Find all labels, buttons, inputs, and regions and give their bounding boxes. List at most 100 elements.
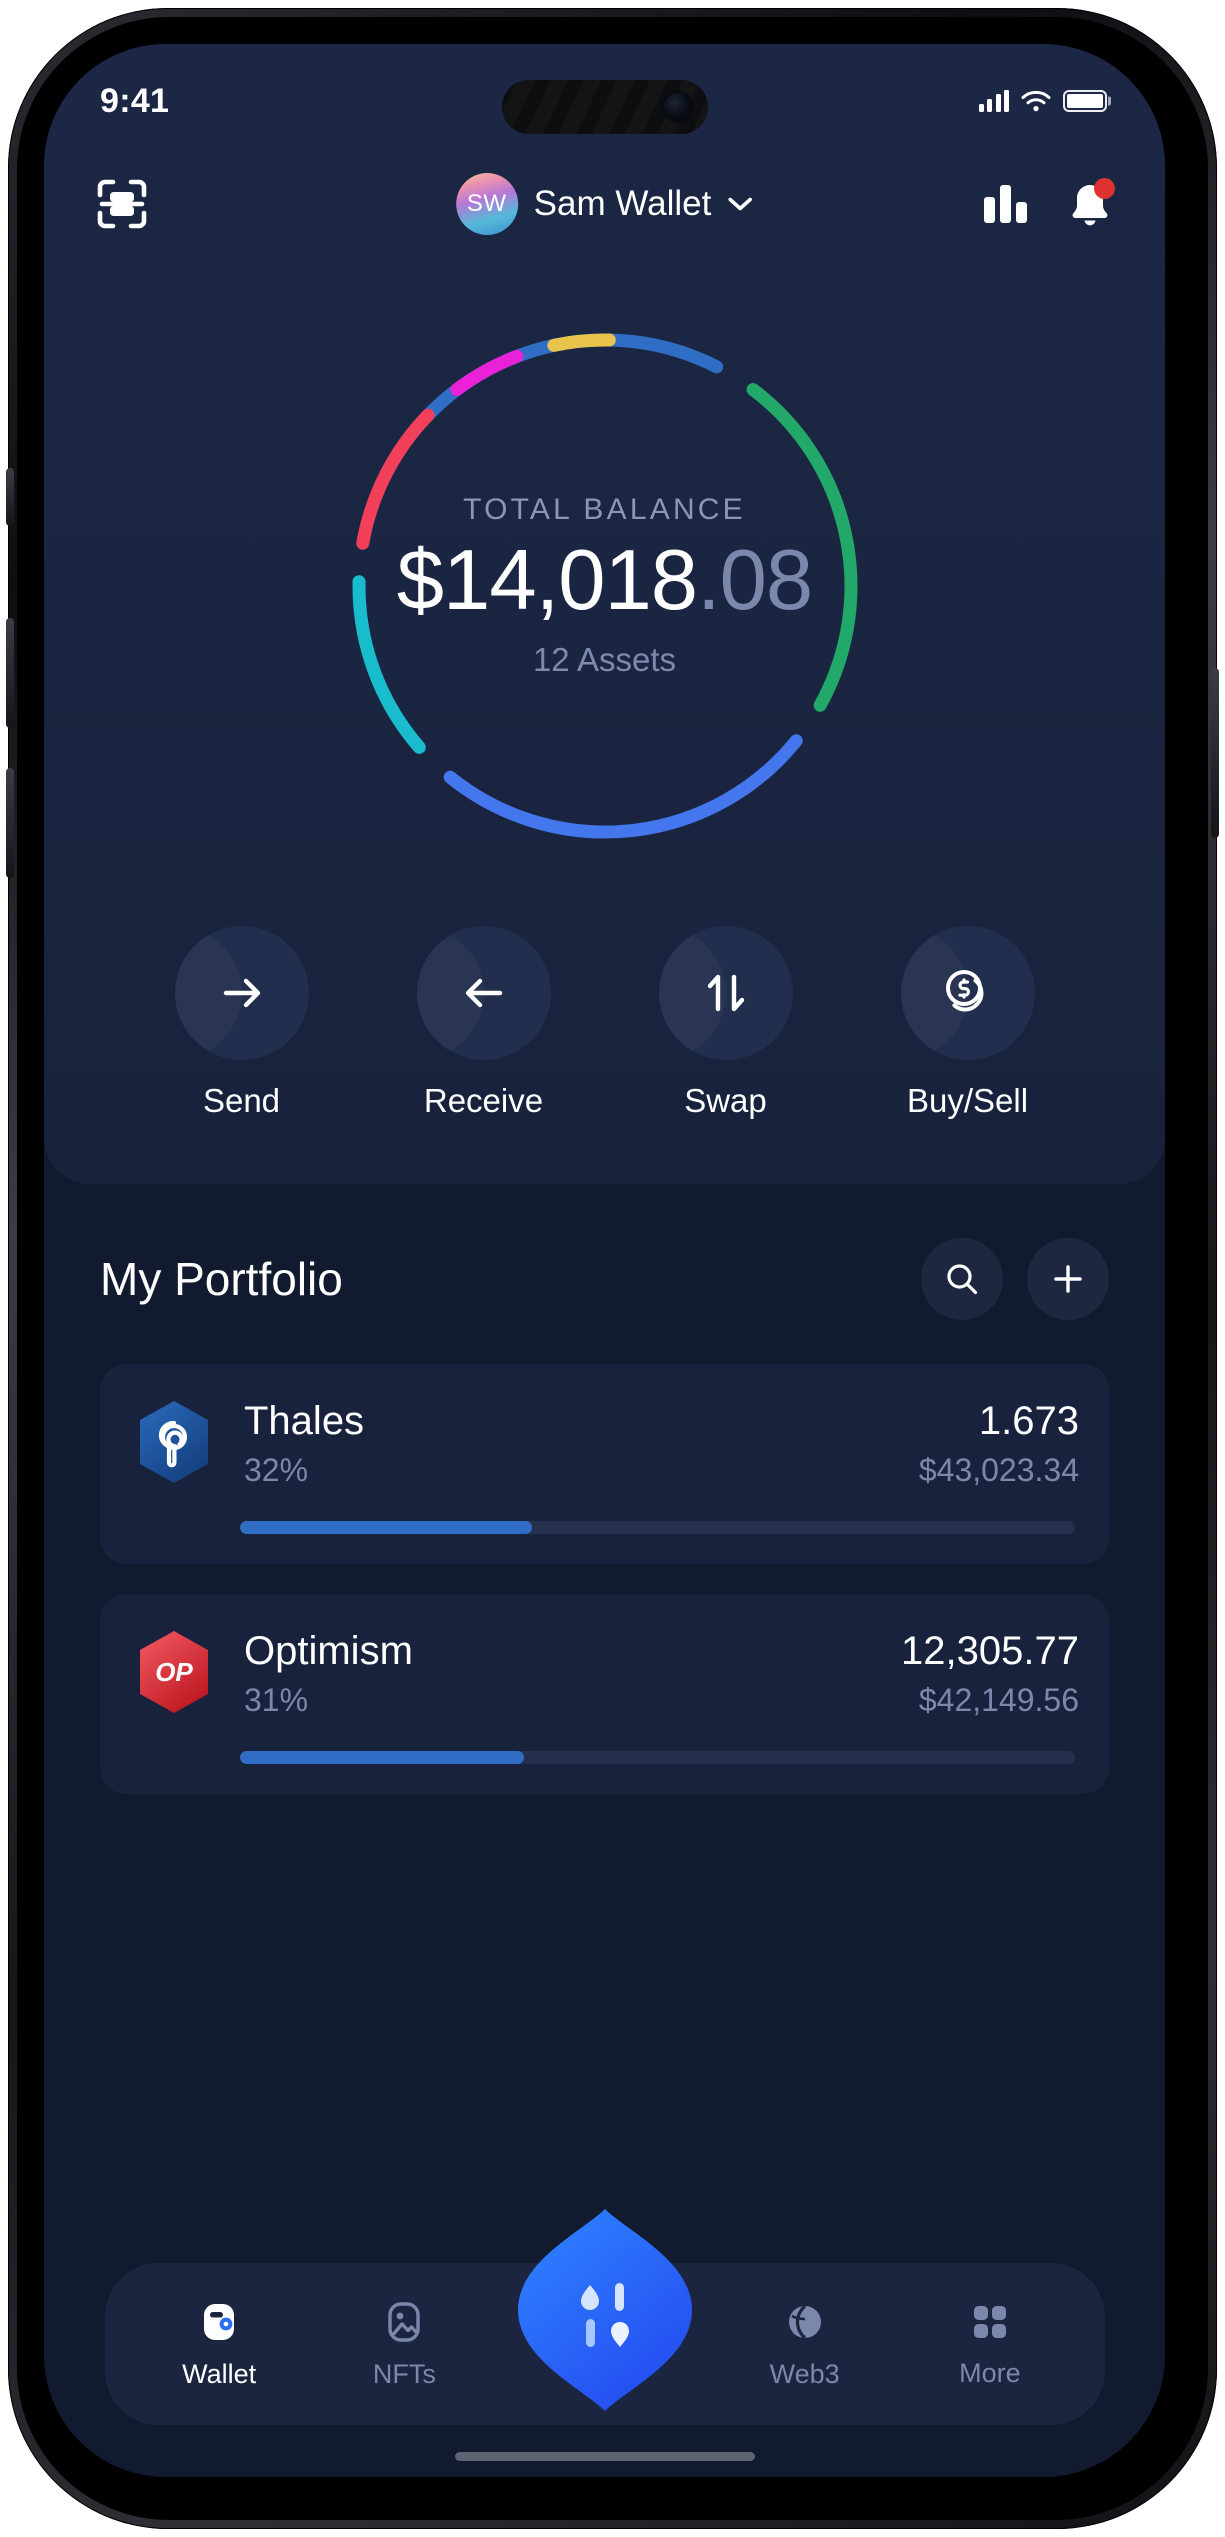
dynamic-island <box>501 80 708 134</box>
send-button-circle <box>174 926 309 1060</box>
wifi-icon <box>1021 90 1051 112</box>
buy-sell-button[interactable]: Buy/Sell <box>868 926 1068 1120</box>
avatar-initials: SW <box>466 190 507 217</box>
table-row[interactable]: OP Optimism 31% 12,305.77 $42,149.56 <box>100 1594 1109 1794</box>
globe-icon <box>788 2304 821 2339</box>
asset-row-top: OP Optimism 31% 12,305.77 $42,149.56 <box>130 1628 1079 1719</box>
asset-identity: Thales 32% <box>244 1398 893 1489</box>
status-indicators <box>978 90 1107 112</box>
app-header: SW Sam Wallet <box>44 152 1165 256</box>
scan-qr-button[interactable] <box>96 178 148 230</box>
asset-row-top: Thales 32% 1.673 $43,023.34 <box>130 1398 1079 1489</box>
notification-badge <box>1094 178 1115 199</box>
asset-name: Thales <box>244 1399 365 1443</box>
tab-nfts-label: NFTs <box>372 2358 436 2389</box>
dollar-coins-icon <box>945 970 983 1012</box>
tab-more[interactable]: More <box>897 2300 1082 2389</box>
grid-icon <box>973 2305 1006 2338</box>
buy-sell-label: Buy/Sell <box>906 1082 1029 1119</box>
donut-segment-yellow <box>546 333 616 352</box>
portfolio-header: My Portfolio <box>100 1238 1109 1320</box>
optimism-logo: OP <box>140 1631 208 1713</box>
header-actions <box>984 178 1115 228</box>
swap-button[interactable]: Swap <box>626 926 826 1120</box>
tab-wallet-label: Wallet <box>182 2358 257 2389</box>
notifications-button[interactable] <box>1067 178 1115 228</box>
phone-screen: SW Sam Wallet TOTAL BALANCE $14,018.08 1… <box>44 44 1165 2477</box>
portfolio-header-actions <box>921 1238 1109 1320</box>
asset-percent: 31% <box>244 1682 309 1718</box>
receive-button-circle <box>416 926 551 1060</box>
asset-identity: Optimism 31% <box>244 1628 875 1719</box>
send-label: Send <box>202 1082 281 1119</box>
receive-button[interactable]: Receive <box>384 926 584 1120</box>
asset-quantity: 12,305.77 <box>901 1629 1079 1673</box>
balance-whole: $14,018 <box>396 532 698 628</box>
portfolio-section: My Portfolio Thales 32% 1.673 $43,023.34… <box>44 1184 1165 1824</box>
asset-allocation-bar <box>240 1521 1075 1534</box>
home-indicator <box>454 2452 755 2461</box>
plus-icon <box>1054 1265 1082 1293</box>
asset-allocation-bar <box>240 1751 1075 1764</box>
search-assets-button[interactable] <box>921 1238 1003 1320</box>
asset-usd-value: $43,023.34 <box>918 1452 1079 1488</box>
volume-down-button[interactable] <box>6 768 14 878</box>
tab-web3-label: Web3 <box>769 2358 840 2389</box>
tab-nfts[interactable]: NFTs <box>312 2299 497 2390</box>
asset-usd-value: $42,149.56 <box>918 1682 1079 1718</box>
arrow-right-icon <box>223 978 260 1008</box>
tab-more-label: More <box>959 2357 1021 2388</box>
donut-segment-bright-blue <box>443 734 803 839</box>
assets-count-label: 12 Assets <box>532 641 677 679</box>
image-icon <box>388 2301 421 2342</box>
search-icon <box>947 1264 978 1295</box>
swap-arrows-icon <box>707 974 744 1012</box>
quick-actions-row: Send Receive Swap Buy/Sell <box>44 916 1165 1184</box>
wallet-name-label: Sam Wallet <box>533 184 712 223</box>
wallet-selector[interactable]: SW Sam Wallet <box>455 173 754 235</box>
asset-quantity: 1.673 <box>978 1399 1079 1443</box>
asset-percent: 32% <box>244 1452 309 1488</box>
status-time: 9:41 <box>100 81 170 120</box>
scan-qr-icon <box>97 179 147 229</box>
power-button[interactable] <box>1211 668 1219 838</box>
asset-values: 1.673 $43,023.34 <box>919 1398 1079 1489</box>
cellular-bars-icon <box>978 90 1009 112</box>
front-camera-icon <box>663 93 692 121</box>
asset-name: Optimism <box>244 1629 413 1673</box>
screenshot-root: SW Sam Wallet TOTAL BALANCE $14,018.08 1… <box>0 0 1225 2537</box>
table-row[interactable]: Thales 32% 1.673 $43,023.34 <box>100 1364 1109 1564</box>
donut-segment-dark-blue <box>378 333 723 481</box>
volume-up-button[interactable] <box>6 618 14 728</box>
donut-segment-magenta <box>449 349 523 397</box>
bottom-navigation: Wallet NFTs Web3 More <box>104 2209 1105 2425</box>
send-button[interactable]: Send <box>142 926 342 1120</box>
wallet-app: SW Sam Wallet TOTAL BALANCE $14,018.08 1… <box>44 44 1165 2477</box>
balance-center: TOTAL BALANCE $14,018.08 12 Assets <box>396 492 813 679</box>
swap-button-circle <box>658 926 793 1060</box>
tab-wallet[interactable]: Wallet <box>127 2299 312 2390</box>
silent-switch[interactable] <box>6 468 14 526</box>
receive-label: Receive <box>423 1082 544 1119</box>
asset-allocation-bar-fill <box>240 1751 524 1764</box>
total-balance-label: TOTAL BALANCE <box>463 492 746 526</box>
exchange-hexagon-icon <box>517 2209 692 2411</box>
add-asset-button[interactable] <box>1027 1238 1109 1320</box>
swap-label: Swap <box>684 1082 767 1119</box>
balance-cents: .08 <box>697 532 813 628</box>
balance-donut-chart: TOTAL BALANCE $14,018.08 12 Assets <box>44 256 1165 916</box>
exchange-fab-button[interactable] <box>516 2207 694 2413</box>
tab-web3[interactable]: Web3 <box>712 2299 897 2390</box>
stats-button[interactable] <box>984 185 1027 223</box>
wallet-icon <box>204 2303 235 2340</box>
arrow-left-icon <box>465 978 502 1008</box>
buy-sell-button-circle <box>900 926 1035 1060</box>
thales-logo <box>140 1401 208 1483</box>
asset-allocation-bar-fill <box>240 1521 533 1534</box>
hero-section: SW Sam Wallet TOTAL BALANCE $14,018.08 1… <box>44 44 1165 1184</box>
avatar: SW <box>455 173 518 235</box>
bar-chart-icon <box>984 185 1027 223</box>
chevron-down-icon <box>728 197 753 211</box>
battery-icon <box>1063 90 1107 112</box>
page-title: My Portfolio <box>100 1253 343 1305</box>
